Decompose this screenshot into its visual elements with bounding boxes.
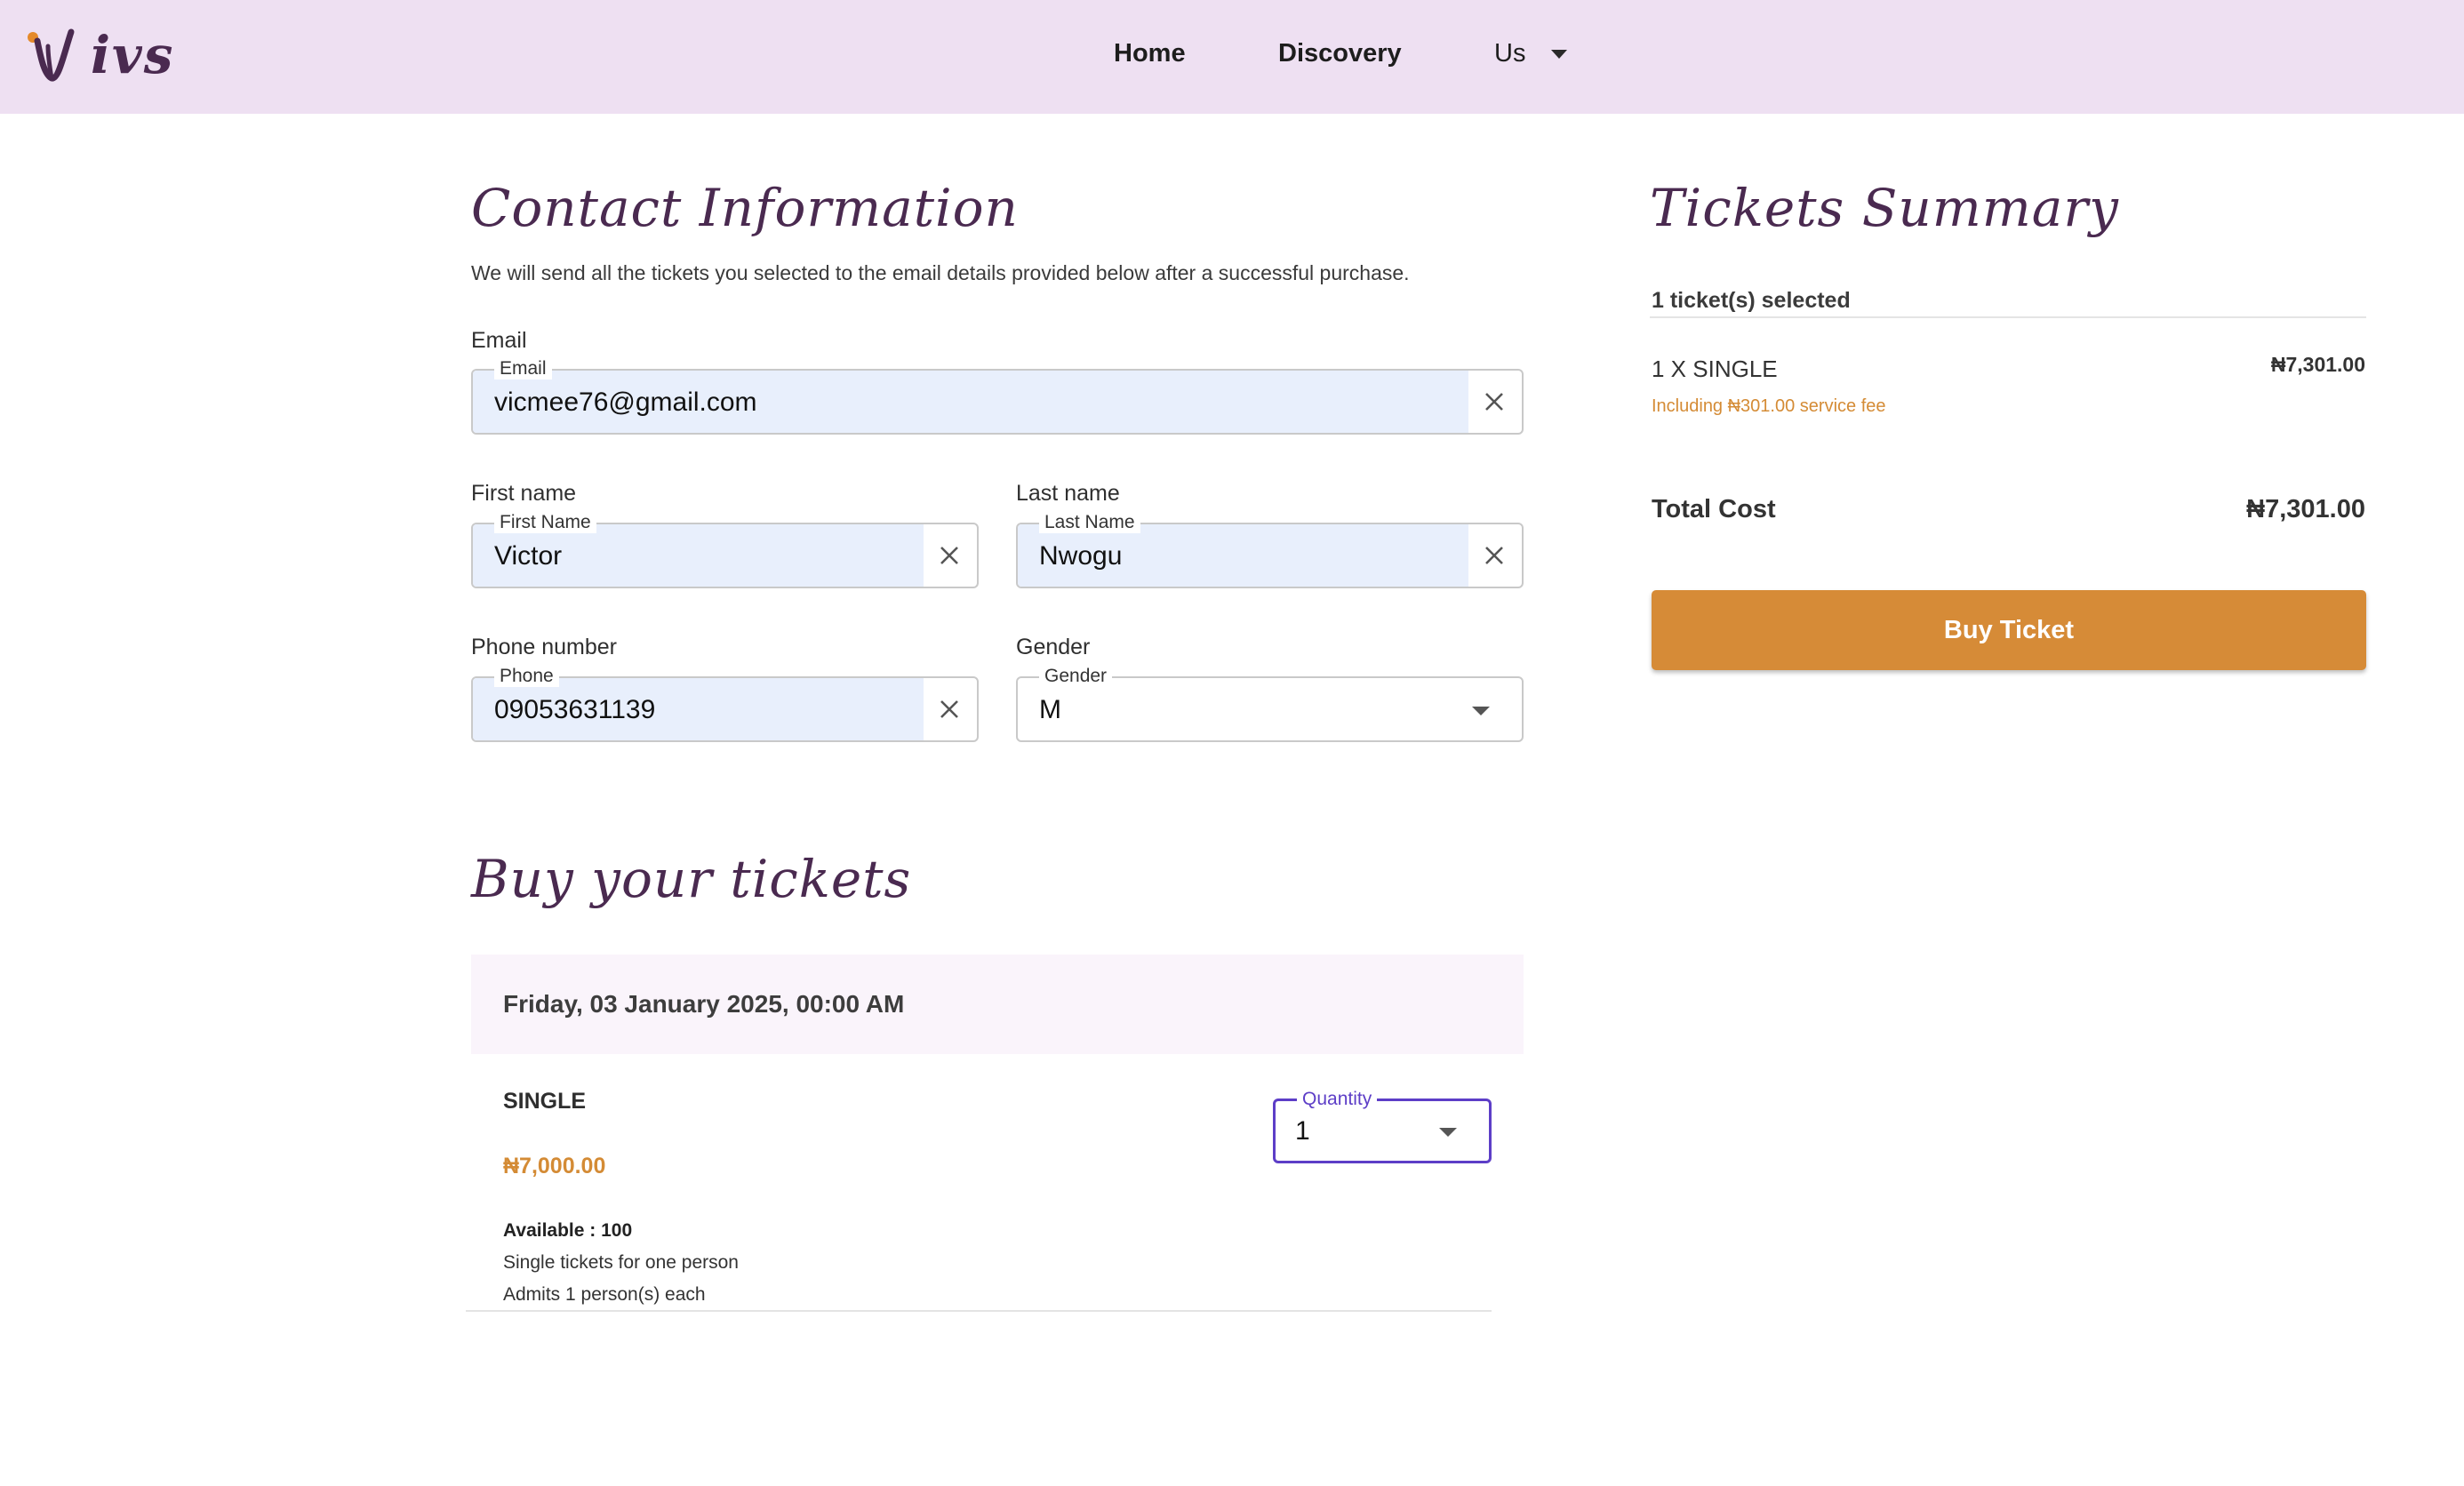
dropdown-arrow-icon[interactable] <box>1472 707 1490 715</box>
clear-last-name-button[interactable] <box>1467 524 1522 587</box>
first-name-field[interactable]: First Name Victor <box>471 512 979 588</box>
nav-us-dropdown[interactable]: Us <box>1494 39 1567 68</box>
phone-field-legend: Phone <box>494 666 559 687</box>
email-field-value[interactable]: vicmee76@gmail.com <box>494 387 757 418</box>
clear-email-button[interactable] <box>1467 371 1522 433</box>
clear-phone-button[interactable] <box>922 678 977 740</box>
ticket-name: SINGLE <box>503 1089 587 1114</box>
brand-logo[interactable]: ivs <box>25 23 185 91</box>
ticket-divider <box>466 1310 1492 1312</box>
first-name-field-value[interactable]: Victor <box>494 541 562 571</box>
gender-select[interactable]: Gender M <box>1016 666 1524 742</box>
ticket-availability: Available : 100 <box>503 1220 633 1241</box>
total-cost-label: Total Cost <box>1652 495 1776 523</box>
nav-us-label: Us <box>1494 39 1526 68</box>
ticket-description: Single tickets for one person <box>503 1252 739 1273</box>
tickets-selected-count: 1 ticket(s) selected <box>1652 288 1851 313</box>
last-name-label: Last name <box>1016 481 1120 506</box>
buy-ticket-button[interactable]: Buy Ticket <box>1652 590 2366 670</box>
clear-first-name-button[interactable] <box>922 524 977 587</box>
email-label: Email <box>471 328 527 353</box>
last-name-field-value[interactable]: Nwogu <box>1039 541 1122 571</box>
close-icon <box>940 700 958 718</box>
nav-discovery[interactable]: Discovery <box>1278 39 1402 68</box>
event-date-band: Friday, 03 January 2025, 00:00 AM <box>471 955 1524 1054</box>
contact-title: Contact Information <box>471 178 1019 238</box>
logo-icon <box>28 28 75 82</box>
gender-select-value: M <box>1039 695 1061 724</box>
close-icon <box>1485 393 1503 411</box>
summary-line-label: 1 X SINGLE <box>1652 356 1778 382</box>
nav-home[interactable]: Home <box>1114 39 1186 68</box>
gender-select-legend: Gender <box>1039 666 1113 687</box>
buy-ticket-button-label: Buy Ticket <box>1943 615 2075 644</box>
event-date: Friday, 03 January 2025, 00:00 AM <box>503 990 905 1018</box>
service-fee-note: Including ₦301.00 service fee <box>1652 396 1886 416</box>
summary-line-amount: ₦7,301.00 <box>2270 353 2365 376</box>
last-name-field-legend: Last Name <box>1039 512 1140 533</box>
ticket-price: ₦7,000.00 <box>503 1154 606 1178</box>
phone-field[interactable]: Phone 09053631139 <box>471 666 979 742</box>
quantity-legend: Quantity <box>1297 1089 1378 1110</box>
first-name-field-legend: First Name <box>494 512 596 533</box>
top-navigation-bar: ivs Home Discovery Us <box>0 0 2464 114</box>
dropdown-arrow-icon[interactable] <box>1439 1128 1457 1137</box>
phone-label: Phone number <box>471 635 618 659</box>
quantity-select[interactable]: Quantity 1 <box>1273 1089 1492 1163</box>
contact-description: We will send all the tickets you selecte… <box>471 261 1410 284</box>
buy-tickets-title: Buy your tickets <box>471 849 912 909</box>
quantity-value: 1 <box>1295 1116 1310 1146</box>
summary-title: Tickets Summary <box>1650 178 2119 238</box>
first-name-label: First name <box>471 481 577 506</box>
close-icon <box>1485 547 1503 564</box>
email-field[interactable]: Email vicmee76@gmail.com <box>471 358 1524 435</box>
close-icon <box>940 547 958 564</box>
last-name-field[interactable]: Last Name Nwogu <box>1016 512 1524 588</box>
phone-field-value[interactable]: 09053631139 <box>494 695 655 725</box>
logo-text: ivs <box>91 25 175 85</box>
caret-down-icon <box>1550 50 1567 60</box>
ticket-admits: Admits 1 person(s) each <box>503 1284 706 1305</box>
email-field-legend: Email <box>494 358 552 379</box>
summary-divider <box>1650 316 2366 318</box>
total-cost-amount: ₦7,301.00 <box>2246 495 2365 523</box>
gender-label: Gender <box>1016 635 1091 659</box>
